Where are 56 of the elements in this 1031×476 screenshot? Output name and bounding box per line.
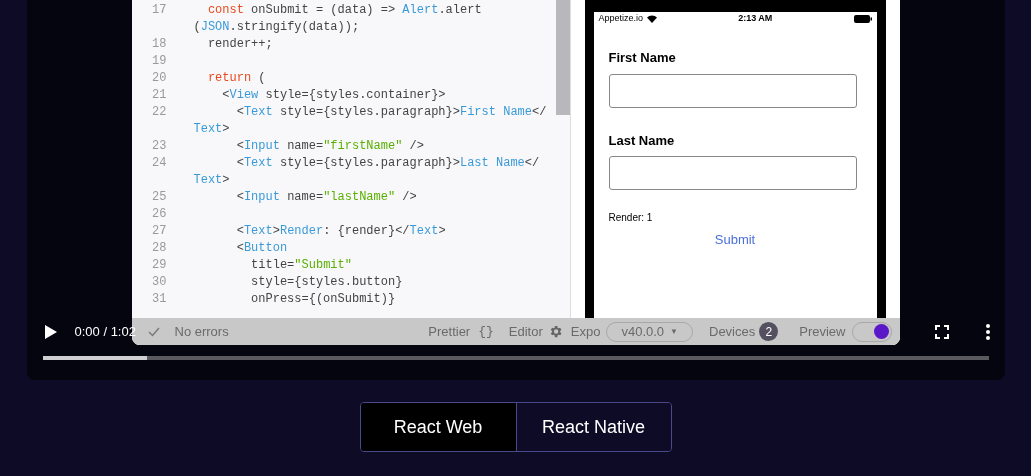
tab[interactable]: React Web bbox=[360, 403, 516, 451]
expo-label: Expo bbox=[570, 322, 601, 341]
code-text: <Text style={styles.paragraph}>First Name</ bbox=[235, 103, 547, 121]
line-number: 19 bbox=[152, 53, 167, 68]
code-text: style={styles.button} bbox=[250, 273, 403, 291]
code-text: onPress={(onSubmit)} bbox=[250, 290, 396, 308]
line-number: 24 bbox=[152, 155, 167, 170]
prettier-button[interactable]: Prettier {} bbox=[428, 321, 494, 342]
line-number: 22 bbox=[152, 104, 167, 119]
play-icon bbox=[44, 325, 57, 339]
code-text: title="Submit" bbox=[250, 256, 352, 274]
field-label: Last Name bbox=[608, 131, 676, 150]
line-number: 18 bbox=[152, 36, 167, 51]
play-button[interactable] bbox=[42, 324, 59, 340]
fullscreen-button[interactable] bbox=[934, 325, 949, 339]
battery-icon bbox=[853, 15, 872, 23]
code-text: return ( bbox=[206, 69, 266, 87]
devices-label: Devices bbox=[709, 322, 756, 341]
text-input[interactable] bbox=[608, 73, 857, 108]
line-number: 26 bbox=[152, 206, 167, 221]
code-text: render++; bbox=[206, 35, 273, 53]
line-number: 28 bbox=[152, 240, 167, 255]
code-text: const onSubmit = (data) => Alert.alert bbox=[206, 1, 482, 19]
code-text: Text> bbox=[193, 120, 230, 138]
carrier-name: Appetize.io bbox=[598, 12, 644, 26]
line-number: 31 bbox=[152, 291, 167, 306]
render-count: Render: 1 bbox=[608, 211, 654, 225]
check-icon bbox=[147, 326, 160, 337]
line-number: 29 bbox=[152, 257, 167, 272]
status-time: 2:13 AM bbox=[738, 12, 773, 26]
code-text: <Button bbox=[235, 239, 288, 257]
preview-label: Preview bbox=[799, 322, 846, 341]
line-number: 30 bbox=[152, 274, 167, 289]
progress-track[interactable] bbox=[42, 356, 989, 360]
line-number: 23 bbox=[152, 138, 167, 153]
code-text: Text> bbox=[193, 171, 230, 189]
line-number: 25 bbox=[152, 189, 167, 204]
field-label: First Name bbox=[608, 49, 677, 67]
wifi-icon bbox=[647, 15, 658, 23]
code-text: <Input name="firstName" /> bbox=[235, 137, 424, 155]
code-text: (JSON.stringify(data)); bbox=[193, 18, 360, 36]
line-number: 20 bbox=[152, 70, 167, 85]
device-count-badge: 2 bbox=[759, 322, 779, 341]
text-input[interactable] bbox=[608, 156, 857, 190]
line-number: 17 bbox=[152, 2, 167, 17]
code-text: <Input name="lastName" /> bbox=[235, 188, 417, 206]
line-number: 27 bbox=[152, 223, 167, 238]
tab[interactable]: React Native bbox=[515, 403, 671, 451]
code-text: <View style={styles.container}> bbox=[221, 86, 446, 104]
editor-button[interactable]: Editor bbox=[508, 321, 563, 342]
more-options-button[interactable] bbox=[984, 324, 991, 340]
submit-button[interactable]: Submit bbox=[714, 230, 756, 250]
code-text: <Text>Render: {render}</Text> bbox=[235, 222, 446, 240]
code-text: <Text style={styles.paragraph}>Last Name</ bbox=[235, 154, 540, 172]
error-status: No errors bbox=[174, 322, 229, 341]
line-number: 21 bbox=[152, 87, 167, 102]
